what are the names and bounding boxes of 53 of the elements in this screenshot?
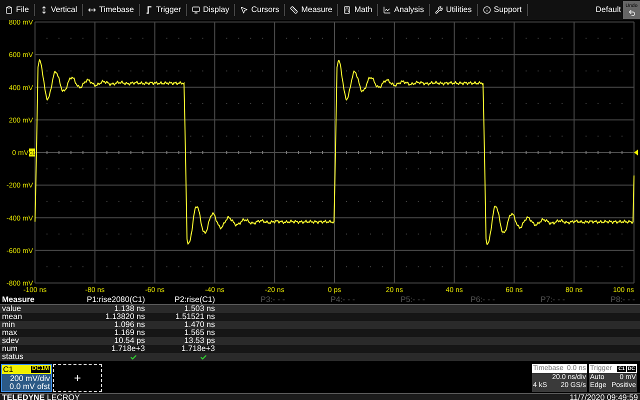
measure-value: 13.53 ps — [184, 337, 215, 345]
wrench-icon — [434, 6, 443, 14]
trigger-level-icon — [634, 150, 638, 156]
default-label: Default — [596, 4, 621, 16]
line-chart-icon — [383, 6, 392, 14]
channel-offset: 0.0 mV ofst — [8, 383, 51, 391]
info-icon — [482, 6, 491, 14]
clipboard-icon — [5, 6, 13, 14]
row-label: max — [2, 329, 18, 337]
measure-title: Measure — [2, 296, 36, 304]
ruler-icon — [290, 6, 298, 14]
measure-value: 1.096 ns — [114, 321, 145, 329]
measure-value: 1.718e+3 — [111, 345, 145, 353]
menu-item[interactable]: Display — [187, 4, 236, 16]
date-time: 11/7/2020 09:49:59 — [570, 394, 638, 400]
channel-name: C1 — [3, 366, 14, 374]
measure-value: 1.138 ns — [114, 305, 145, 313]
row-label: min — [2, 321, 16, 329]
cursor-icon — [240, 6, 248, 14]
menu-item[interactable]: Timebase — [83, 4, 140, 16]
menu-item[interactable]: Math — [338, 4, 378, 16]
monitor-icon — [192, 6, 200, 14]
measure-value: 1.51521 ns — [175, 313, 215, 321]
measure-value: 1.503 ns — [184, 305, 215, 313]
menu-item[interactable]: Analysis — [378, 4, 430, 16]
row-label: sdev — [2, 337, 20, 345]
menu-item[interactable]: Support — [478, 4, 528, 16]
measure-header[interactable]: P2:rise(C1) — [145, 296, 215, 304]
menu-item[interactable]: Cursors — [235, 4, 286, 16]
horizontal-arrows-icon — [88, 6, 96, 14]
trigger-icon — [144, 6, 153, 14]
measure-value: 1.718e+3 — [181, 345, 215, 353]
vertical-arrows-icon — [40, 6, 48, 14]
calculator-icon — [343, 6, 352, 14]
row-label: value — [2, 305, 22, 313]
row-label: mean — [2, 313, 24, 321]
add-channel-button[interactable]: + — [53, 364, 102, 392]
menu-item[interactable]: Measure — [285, 4, 338, 16]
row-label: status — [2, 353, 24, 361]
measure-value: 10.54 ps — [114, 337, 145, 345]
measure-header[interactable]: P1:rise2080(C1) — [75, 296, 145, 304]
menu-item[interactable]: Trigger — [140, 4, 187, 16]
measure-value: 1.565 ns — [184, 329, 215, 337]
measure-value: 1.13820 ns — [105, 313, 145, 321]
measure-value: 1.470 ns — [184, 321, 215, 329]
menu-item[interactable]: Vertical — [34, 4, 84, 16]
brand-logo: TELEDYNE LECROY — [2, 394, 80, 400]
menu-item[interactable]: File — [0, 4, 35, 16]
undo-icon — [628, 8, 636, 16]
measure-value: 1.169 ns — [114, 329, 145, 337]
row-label: num — [2, 345, 19, 353]
channel-scale: 200 mV/div — [8, 375, 51, 383]
menu-item[interactable]: Utilities — [430, 4, 478, 16]
